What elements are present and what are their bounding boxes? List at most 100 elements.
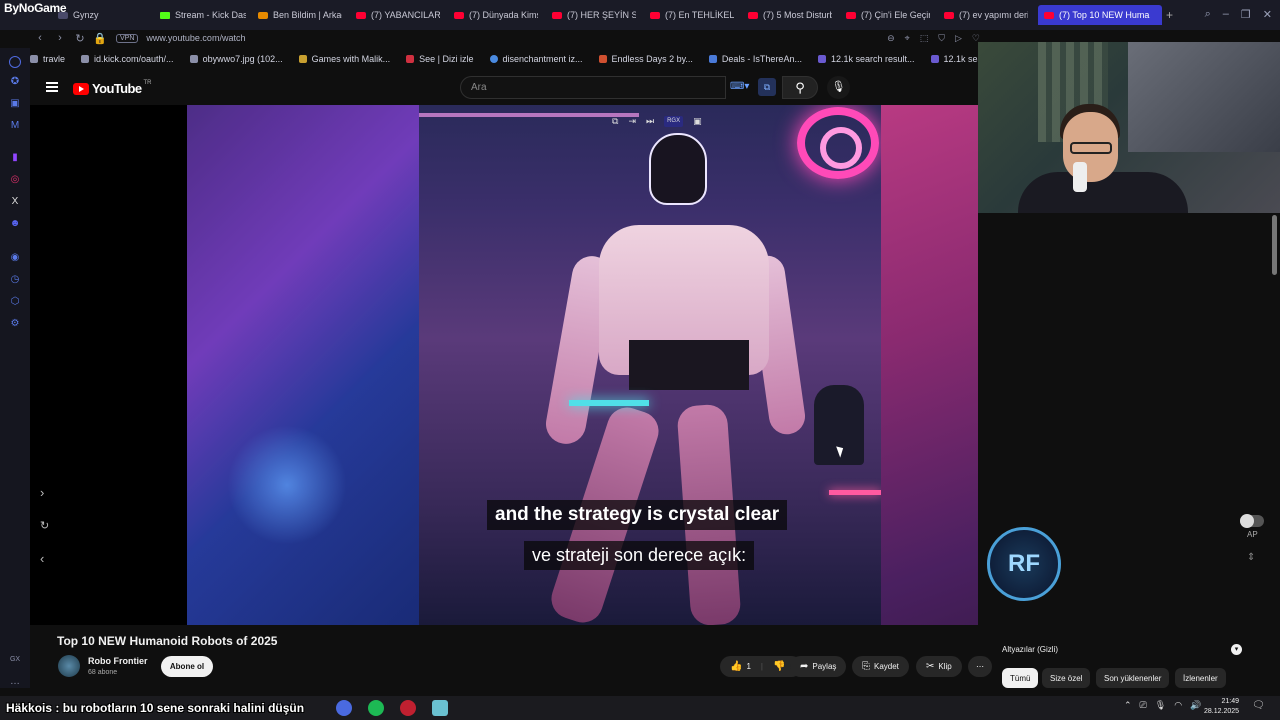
tab-en-tehlikeli[interactable]: (7) En TEHLİKELİ xyxy=(650,5,734,25)
notes-icon[interactable] xyxy=(432,700,448,716)
channel-avatar[interactable] xyxy=(58,655,80,677)
tab-her-seyin[interactable]: (7) HER ŞEYİN Siz xyxy=(552,5,636,25)
keyboard-icon[interactable]: ⌨▾ xyxy=(730,81,749,92)
reload-icon[interactable]: ↻ xyxy=(70,32,90,45)
share-button[interactable]: ➦ Paylaş xyxy=(790,656,847,677)
channel-name[interactable]: Robo Frontier xyxy=(88,656,148,666)
kick-icon xyxy=(160,11,170,19)
bookmark-item[interactable]: See | Dizi izle xyxy=(406,54,474,64)
minimize-icon[interactable]: – xyxy=(1223,8,1229,21)
twitch-icon[interactable]: ▮ xyxy=(9,152,21,163)
youtube-logo[interactable]: YouTube TR xyxy=(73,80,151,96)
bookmark-item[interactable]: id.kick.com/oauth/... xyxy=(81,54,174,64)
more-icon[interactable]: … xyxy=(9,676,21,687)
spotify-icon[interactable] xyxy=(368,700,384,716)
bookmark-item[interactable]: disenchantment iz... xyxy=(489,54,583,64)
network-icon[interactable]: ⎚ xyxy=(1140,700,1147,711)
search-input[interactable]: Ara xyxy=(460,76,726,99)
new-tab-button[interactable]: + xyxy=(1166,5,1178,25)
subscribe-button[interactable]: Abone ol xyxy=(161,656,213,677)
tab-dunyada[interactable]: (7) Dünyada Kims xyxy=(454,5,538,25)
tab-cin[interactable]: (7) Çin'i Ele Geçir xyxy=(846,5,930,25)
chevron-right-icon[interactable]: › xyxy=(40,485,44,500)
back-arrow-icon[interactable]: ‹ xyxy=(30,32,50,44)
menu-icon[interactable] xyxy=(46,82,58,92)
page-icon xyxy=(189,55,198,63)
chip-for-you[interactable]: Size özel xyxy=(1042,668,1091,688)
x-icon[interactable]: X xyxy=(9,196,21,207)
rgx-button[interactable]: RGX xyxy=(664,116,684,127)
tab-kick-stream[interactable]: Stream - Kick Das xyxy=(160,5,246,25)
discord-icon[interactable]: ☻ xyxy=(9,218,21,229)
bookmark-item[interactable]: Games with Malik... xyxy=(298,54,390,64)
notification-icon[interactable]: 🗨 xyxy=(1252,700,1265,711)
gx-icon[interactable]: GX xyxy=(9,656,21,663)
bookmark-item[interactable]: obywwo7.jpg (102... xyxy=(189,54,283,64)
page-scrollbar[interactable] xyxy=(1272,215,1277,275)
volume-icon[interactable]: 🔊 xyxy=(1190,700,1201,711)
refresh-icon[interactable]: ↻ xyxy=(40,519,49,532)
clock-icon[interactable]: ◷ xyxy=(9,274,21,285)
url-field[interactable]: www.youtube.com/watch xyxy=(146,33,245,43)
microphone-tray-icon[interactable]: 🎙 xyxy=(1155,700,1166,711)
more-actions-button[interactable]: ⋯ xyxy=(968,656,992,677)
taskbar-clock[interactable]: 21:49 28.12.2025 xyxy=(1204,697,1239,717)
close-icon[interactable]: ✕ xyxy=(1263,8,1272,21)
screenshot-icon[interactable]: ⬚ xyxy=(920,33,929,44)
instagram-icon[interactable]: ◎ xyxy=(9,174,21,185)
history-icon[interactable] xyxy=(9,56,21,68)
vpn-badge[interactable]: VPN xyxy=(116,33,139,43)
settings-icon[interactable]: ⚙ xyxy=(9,318,21,329)
expand-collapse-icon[interactable]: ⇕ xyxy=(1247,552,1255,563)
thumbs-down-icon[interactable]: 👎 xyxy=(773,661,785,672)
tab-ev-yapimi[interactable]: (7) ev yapımı deri xyxy=(944,5,1028,25)
ambient-blur-right xyxy=(881,105,978,625)
share-icon: ➦ xyxy=(800,661,809,672)
bookmarks-icon[interactable]: ▣ xyxy=(9,98,21,109)
bookmark-item[interactable]: 12.1k search result... xyxy=(817,54,915,64)
tab-gynzy[interactable]: Gynzy xyxy=(58,5,148,25)
bookmark-item[interactable]: travle xyxy=(30,54,65,64)
tab-top-10-robots[interactable]: (7) Top 10 NEW Huma xyxy=(1038,5,1162,25)
shield-icon[interactable]: ⛉ xyxy=(938,33,945,44)
media-icon[interactable]: ◉ xyxy=(9,252,21,263)
snapshot-icon[interactable]: ▣ xyxy=(693,116,702,127)
extensions-icon[interactable]: ✪ xyxy=(9,76,21,87)
wifi-icon[interactable]: ◠ xyxy=(1174,700,1182,711)
popout-icon[interactable]: ⇥ xyxy=(628,116,636,127)
search-button[interactable]: ⚲ xyxy=(782,76,818,99)
channel-watermark[interactable]: RF xyxy=(987,527,1061,601)
video-player[interactable]: ⧉ ⇥ ⏭ RGX ▣ › ↻ ‹ and the strategy is cr… xyxy=(30,105,978,625)
pip-icon[interactable]: ⧉ xyxy=(612,116,618,127)
robot-waist xyxy=(629,340,749,390)
zoom-icon[interactable]: ⊖ xyxy=(887,33,895,44)
pin-icon[interactable]: ⌖ xyxy=(905,33,910,44)
opera-gx-icon[interactable] xyxy=(336,700,352,716)
tray-expand-icon[interactable]: ⌃ xyxy=(1124,700,1132,711)
search-icon[interactable]: ⌕ xyxy=(1205,8,1211,21)
forward-arrow-icon[interactable]: › xyxy=(50,32,70,44)
chip-all[interactable]: Tümü xyxy=(1002,668,1039,688)
transcript-panel-header[interactable]: Altyazılar (Gizli) ▾ xyxy=(1002,640,1242,658)
chip-recent[interactable]: Son yüklenenler xyxy=(1096,668,1170,688)
tab-ben-bildim[interactable]: Ben Bildim | Arkad xyxy=(258,5,342,25)
lens-icon[interactable]: ⧉ xyxy=(758,78,776,96)
bookmark-item[interactable]: Deals - IsThereAn... xyxy=(708,54,802,64)
tab-most-disturbing[interactable]: (7) 5 Most Disturb xyxy=(748,5,832,25)
chip-watched[interactable]: İzlenenler xyxy=(1175,668,1226,688)
microphone-icon[interactable]: 🎙 xyxy=(827,76,850,99)
messenger-icon[interactable]: M xyxy=(9,120,21,131)
package-icon[interactable]: ⬡ xyxy=(9,296,21,307)
tab-yabancilar[interactable]: (7) YABANCILAR I xyxy=(356,5,440,25)
chevron-left-icon[interactable]: ‹ xyxy=(40,551,44,566)
autoplay-toggle[interactable] xyxy=(1240,514,1264,528)
maximize-icon[interactable]: ❐ xyxy=(1241,8,1251,21)
play-icon[interactable]: ▷ xyxy=(955,33,962,44)
thumbs-up-icon[interactable]: 👍 xyxy=(730,661,742,672)
chevron-down-icon[interactable]: ▾ xyxy=(1231,643,1242,655)
obs-icon[interactable] xyxy=(400,700,416,716)
clip-button[interactable]: ✂ Klip xyxy=(916,656,962,677)
save-button[interactable]: ⎘ Kaydet xyxy=(852,656,909,677)
next-icon[interactable]: ⏭ xyxy=(646,116,654,127)
bookmark-item[interactable]: Endless Days 2 by... xyxy=(598,54,693,64)
